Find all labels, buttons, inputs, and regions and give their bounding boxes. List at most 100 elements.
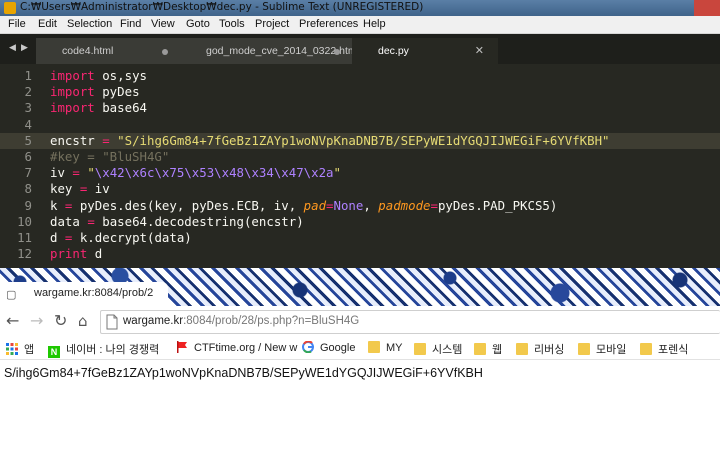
menu-goto[interactable]: Goto [186, 18, 210, 30]
sublime-titlebar[interactable]: C:₩Users₩Administrator₩Desktop₩dec.py - … [0, 0, 720, 16]
code-token: = [87, 213, 95, 229]
tab-scroll-right-icon[interactable]: ▶ [21, 43, 28, 53]
code-text: print d [50, 246, 102, 262]
folder-icon [516, 343, 528, 355]
menu-tools[interactable]: Tools [219, 18, 245, 30]
code-line[interactable]: 3 import base64 [0, 100, 720, 116]
code-editor[interactable]: 1 import os,sys 2 import pyDes 3 import base6… [0, 64, 720, 268]
google-icon [302, 341, 314, 353]
code-token: = [72, 165, 80, 181]
menu-project[interactable]: Project [255, 18, 289, 30]
naver-icon: N [48, 346, 60, 358]
line-number: 8 [24, 181, 32, 197]
window-close-button[interactable] [694, 0, 720, 16]
tab-scroll-left-icon[interactable]: ◀ [9, 43, 16, 53]
code-text: import pyDes [50, 84, 140, 100]
url-host: wargame.kr [123, 315, 184, 327]
bookmark-label: 리버싱 [534, 344, 565, 356]
back-arrow-icon[interactable]: ← [6, 312, 19, 330]
code-line[interactable]: 6 #key = "BluSH4G" [0, 149, 720, 165]
bookmark-folder-forensics[interactable]: 포렌식 [640, 341, 688, 357]
menu-find[interactable]: Find [120, 18, 141, 30]
code-token: pad [303, 197, 327, 213]
bookmark-label: Google [320, 342, 356, 354]
menu-preferences[interactable]: Preferences [299, 18, 358, 30]
code-line[interactable]: 8 key = iv [0, 181, 720, 197]
close-icon[interactable]: ✕ [475, 44, 484, 57]
forward-arrow-icon[interactable]: → [30, 312, 43, 330]
page-info-icon[interactable] [105, 314, 119, 330]
chrome-tab-title: wargame.kr:8084/prob/2 [34, 287, 154, 299]
bookmark-label: CTFtime.org / New w [194, 342, 298, 354]
code-token: pyDes.des(key, pyDes.ECB, iv, [72, 197, 304, 213]
bookmark-folder-my[interactable]: MY [368, 341, 403, 357]
code-line[interactable]: 12 print d [0, 246, 720, 262]
url-path: :8084/prob/28/ps.php?n=BluSH4G [183, 315, 360, 327]
bookmark-label: MY [386, 342, 403, 354]
code-line[interactable]: 5 encstr = "S/ihg6Gm84+7fGeBz1ZAYp1woNVpK… [0, 132, 720, 149]
code-token: "S/ihg6Gm84+7fGeBz1ZAYp1woNVpKnaDNB7B/SE… [117, 132, 610, 148]
code-token: = [326, 197, 334, 213]
code-text: iv = "\x42\x6c\x75\x53\x48\x34\x47\x2a" [50, 165, 341, 181]
bookmark-folder-reversing[interactable]: 리버싱 [516, 341, 564, 357]
code-token: pyDes.PAD_PKCS5) [437, 197, 558, 213]
modified-dot-icon[interactable] [162, 49, 168, 55]
line-number: 3 [24, 100, 32, 116]
modified-dot-icon[interactable] [334, 49, 340, 55]
chrome-window: ▢ wargame.kr:8084/prob/2 ← → ↻ ⌂ wargame… [0, 268, 720, 462]
code-token: print [50, 246, 88, 262]
menu-edit[interactable]: Edit [38, 18, 57, 30]
line-number: 9 [24, 197, 32, 213]
code-line[interactable]: 2 import pyDes [0, 84, 720, 100]
bookmark-folder-web[interactable]: 웹 [474, 341, 502, 357]
tab-code4-html[interactable]: code4.html [36, 38, 184, 64]
menu-view[interactable]: View [151, 18, 175, 30]
code-token: data [50, 213, 88, 229]
bookmark-google[interactable]: Google [302, 341, 355, 357]
line-number: 6 [24, 149, 32, 164]
tab-god-mode-html[interactable]: god_mode_cve_2014_0322.html [180, 38, 359, 64]
code-line[interactable]: 1 import os,sys [0, 68, 720, 84]
window-title: C:₩Users₩Administrator₩Desktop₩dec.py - … [20, 1, 424, 13]
code-token: None [333, 197, 364, 213]
bookmark-label: 시스템 [432, 344, 463, 356]
code-line[interactable]: 11 d = k.decrypt(data) [0, 230, 720, 246]
reload-icon[interactable]: ↻ [54, 312, 67, 330]
line-number: 5 [24, 132, 32, 148]
chrome-tab[interactable]: ▢ wargame.kr:8084/prob/2 [0, 282, 168, 306]
bookmark-naver[interactable]: N 네이버 : 나의 경쟁력 [48, 341, 160, 358]
code-token: , [363, 197, 379, 213]
code-text: d = k.decrypt(data) [50, 230, 192, 246]
bookmark-apps[interactable]: 앱 [6, 341, 34, 357]
folder-icon [368, 341, 380, 353]
ctftime-flag-icon [177, 341, 187, 353]
menu-selection[interactable]: Selection [67, 18, 112, 30]
apps-grid-icon [6, 343, 18, 355]
address-bar[interactable]: wargame.kr:8084/prob/28/ps.php?n=BluSH4G [100, 310, 720, 334]
code-token: = [430, 197, 438, 213]
code-line[interactable]: 10 data = base64.decodestring(encstr) [0, 214, 720, 230]
home-icon[interactable]: ⌂ [78, 312, 88, 330]
line-number: 10 [17, 213, 32, 229]
code-text: k = pyDes.des(key, pyDes.ECB, iv, pad=No… [50, 198, 557, 214]
code-line[interactable]: 9 k = pyDes.des(key, pyDes.ECB, iv, pad=N… [0, 198, 720, 214]
menu-help[interactable]: Help [363, 18, 386, 30]
code-line[interactable]: 4 [0, 117, 720, 133]
bookmark-ctftime[interactable]: CTFtime.org / New w [176, 341, 297, 357]
code-token: \x42\x6c\x75\x53\x48\x34\x47\x2a [94, 165, 334, 181]
bookmark-label: 모바일 [596, 344, 627, 356]
code-token: import [50, 100, 95, 116]
folder-icon [414, 343, 426, 355]
bookmark-folder-mobile[interactable]: 모바일 [578, 341, 626, 357]
code-token: " [87, 165, 95, 181]
code-line[interactable]: 7 iv = "\x42\x6c\x75\x53\x48\x34\x47\x2a" [0, 165, 720, 181]
line-number: 2 [24, 84, 32, 100]
editor-tab-bar: ◀ ▶ code4.html god_mode_cve_2014_0322.ht… [0, 34, 720, 64]
bookmark-folder-system[interactable]: 시스템 [414, 341, 462, 357]
menu-file[interactable]: File [8, 18, 26, 30]
tab-dec-py[interactable]: dec.py ✕ [352, 38, 498, 64]
bookmark-label: 포렌식 [658, 344, 689, 356]
line-number: 1 [24, 68, 32, 83]
line-number: 7 [24, 165, 32, 181]
bookmark-label: 네이버 : 나의 경쟁력 [66, 344, 160, 356]
